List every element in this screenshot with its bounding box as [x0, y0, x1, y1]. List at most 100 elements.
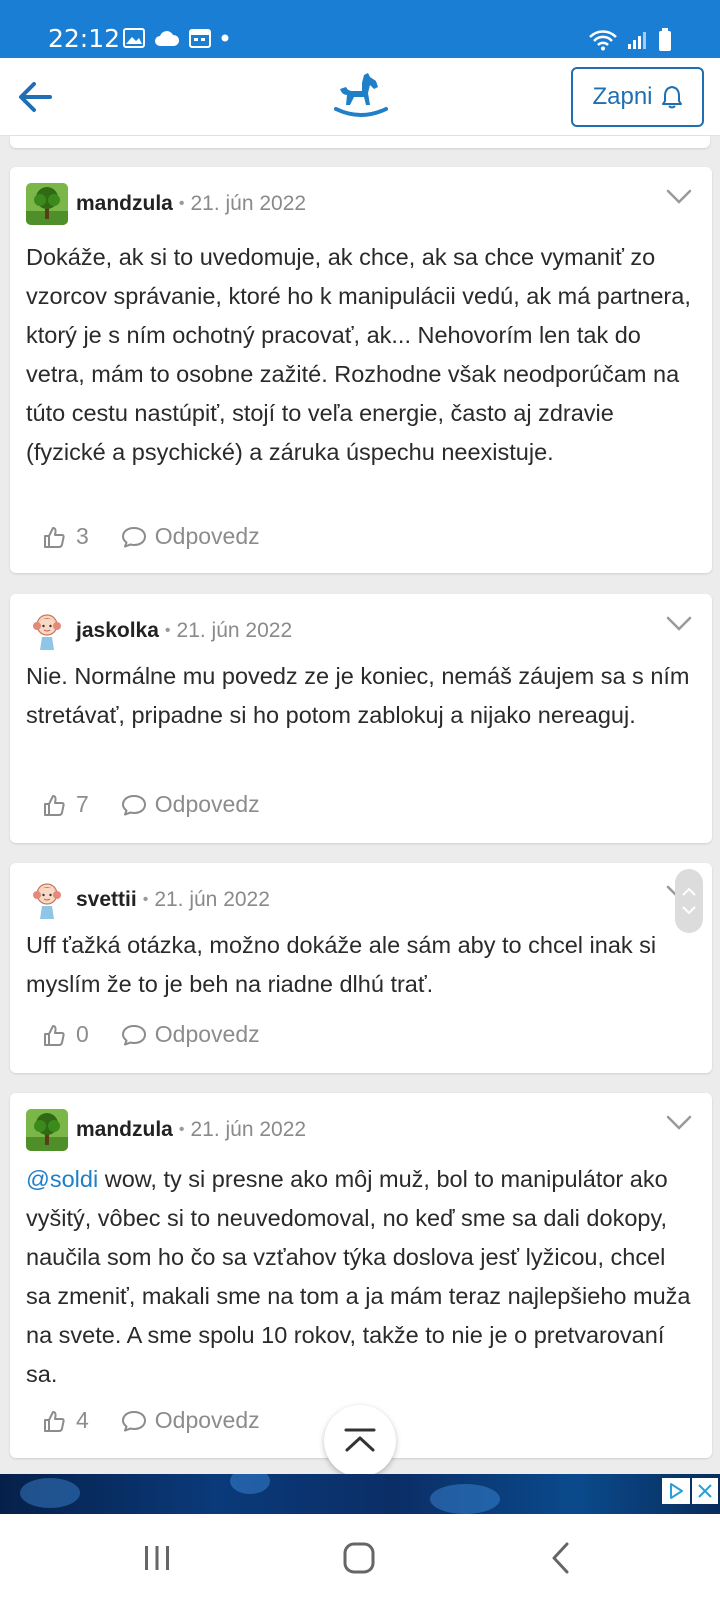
comment-header: mandzula • 21. jún 2022 — [26, 183, 306, 225]
comment-text-body: wow, ty si presne ako môj muž, bol to ma… — [26, 1166, 691, 1387]
battery-icon — [659, 28, 671, 51]
comment-card: jaskolka • 21. jún 2022 Nie. Normálne mu… — [10, 594, 712, 843]
reply-label: Odpovedz — [154, 791, 260, 817]
system-nav-bar — [0, 1514, 720, 1600]
recent-apps-icon — [145, 1546, 169, 1570]
comment-header: mandzula • 21. jún 2022 — [26, 1109, 306, 1151]
cloud-icon — [155, 31, 180, 46]
home-icon — [343, 1542, 375, 1574]
follow-button[interactable]: Zapni — [571, 67, 704, 127]
thumbs-up-icon — [44, 1410, 65, 1432]
recent-apps-button[interactable] — [137, 1540, 177, 1576]
arrow-left-icon — [19, 82, 52, 112]
comment-card: mandzula • 21. jún 2022 Dokáže, ak si to… — [10, 167, 712, 573]
comment-text: Nie. Normálne mu povedz ze je koniec, ne… — [26, 663, 690, 728]
like-button[interactable]: 3 — [42, 523, 89, 550]
status-bar: 22:12 — [0, 0, 720, 58]
status-system-icons — [588, 28, 672, 52]
back-icon — [552, 1542, 569, 1574]
comment-text: Dokáže, ak si to uvedomuje, ak chce, ak … — [26, 244, 691, 465]
like-count: 4 — [76, 1407, 89, 1433]
speech-bubble-icon — [121, 1410, 146, 1431]
home-button[interactable] — [339, 1540, 379, 1576]
reply-button[interactable]: Odpovedz — [121, 1407, 260, 1434]
dot-icon — [221, 34, 229, 42]
wifi-icon — [589, 30, 617, 51]
like-count: 3 — [76, 523, 89, 549]
comment-date: 21. jún 2022 — [154, 888, 270, 911]
chevron-down-icon[interactable] — [666, 1115, 692, 1131]
reply-button[interactable]: Odpovedz — [121, 523, 260, 550]
app-header: Zapni — [0, 58, 720, 136]
username[interactable]: mandzula — [76, 1118, 173, 1142]
ad-decoration — [20, 1478, 80, 1508]
previous-card-edge — [10, 136, 710, 148]
ad-banner[interactable] — [0, 1474, 720, 1514]
avatar[interactable] — [26, 1109, 68, 1151]
image-icon — [123, 28, 145, 48]
rocking-horse-icon — [334, 73, 388, 117]
like-count: 0 — [76, 1021, 89, 1047]
comment-actions: 0 Odpovedz — [42, 1021, 260, 1048]
like-button[interactable]: 0 — [42, 1021, 89, 1048]
scroll-to-top-button[interactable] — [324, 1405, 396, 1477]
reply-button[interactable]: Odpovedz — [121, 1021, 260, 1048]
comment-card: svettii • 21. jún 2022 Uff ťažká otázka,… — [10, 863, 712, 1073]
avatar[interactable] — [26, 879, 68, 921]
logo[interactable] — [334, 71, 388, 121]
comment-actions: 7 Odpovedz — [42, 791, 260, 818]
chevron-down-icon[interactable] — [666, 616, 692, 632]
close-icon — [698, 1484, 712, 1498]
comment-date: 21. jún 2022 — [176, 619, 293, 642]
like-button[interactable]: 4 — [42, 1407, 89, 1434]
like-button[interactable]: 7 — [42, 791, 89, 818]
comment-header: svettii • 21. jún 2022 — [26, 879, 270, 921]
separator-dot: • — [178, 195, 185, 212]
speech-bubble-icon — [121, 794, 146, 815]
signal-icon — [628, 32, 646, 49]
ad-decoration — [230, 1474, 270, 1494]
status-time: 22:12 — [48, 24, 121, 53]
girl-avatar-icon — [26, 879, 68, 921]
avatar[interactable] — [26, 610, 68, 652]
fast-scroll-handle[interactable] — [675, 869, 703, 933]
speech-bubble-icon — [121, 1024, 146, 1045]
calendar-icon — [189, 29, 211, 48]
status-notification-icons — [123, 28, 230, 48]
speech-bubble-icon — [121, 526, 146, 547]
bell-icon — [661, 86, 682, 109]
user-mention-link[interactable]: @soldi — [26, 1166, 98, 1192]
separator-dot: • — [164, 622, 171, 639]
double-chevron-up-icon — [344, 1428, 376, 1452]
avatar[interactable] — [26, 183, 68, 225]
follow-label: Zapni — [592, 83, 653, 110]
back-button[interactable] — [14, 75, 58, 119]
thumbs-up-icon — [44, 794, 65, 816]
adchoices-icon — [670, 1483, 683, 1499]
nav-back-button[interactable] — [541, 1540, 581, 1576]
comment-card: mandzula • 21. jún 2022 @soldi wow, ty s… — [10, 1093, 712, 1458]
ad-choices-button[interactable] — [662, 1478, 690, 1504]
comment-text: Uff ťažká otázka, možno dokáže ale sám a… — [26, 932, 657, 997]
thumbs-up-icon — [44, 526, 65, 548]
username[interactable]: jaskolka — [76, 619, 159, 643]
separator-dot: • — [178, 1121, 185, 1138]
comment-actions: 4 Odpovedz — [42, 1407, 260, 1434]
reply-label: Odpovedz — [154, 1407, 260, 1433]
comment-text: @soldi wow, ty si presne ako môj muž, bo… — [26, 1160, 696, 1394]
reply-label: Odpovedz — [154, 523, 260, 549]
reply-button[interactable]: Odpovedz — [121, 791, 260, 818]
tree-avatar-icon — [26, 183, 68, 225]
tree-avatar-icon — [26, 1109, 68, 1151]
ad-close-button[interactable] — [692, 1478, 718, 1504]
like-count: 7 — [76, 791, 89, 817]
reply-label: Odpovedz — [154, 1021, 260, 1047]
scroll-arrows-icon — [682, 887, 696, 915]
chevron-down-icon[interactable] — [666, 189, 692, 205]
username[interactable]: svettii — [76, 888, 137, 912]
ad-decoration — [430, 1484, 500, 1514]
girl-avatar-icon — [26, 610, 68, 652]
comment-header: jaskolka • 21. jún 2022 — [26, 610, 292, 652]
separator-dot: • — [142, 891, 149, 908]
username[interactable]: mandzula — [76, 192, 173, 216]
